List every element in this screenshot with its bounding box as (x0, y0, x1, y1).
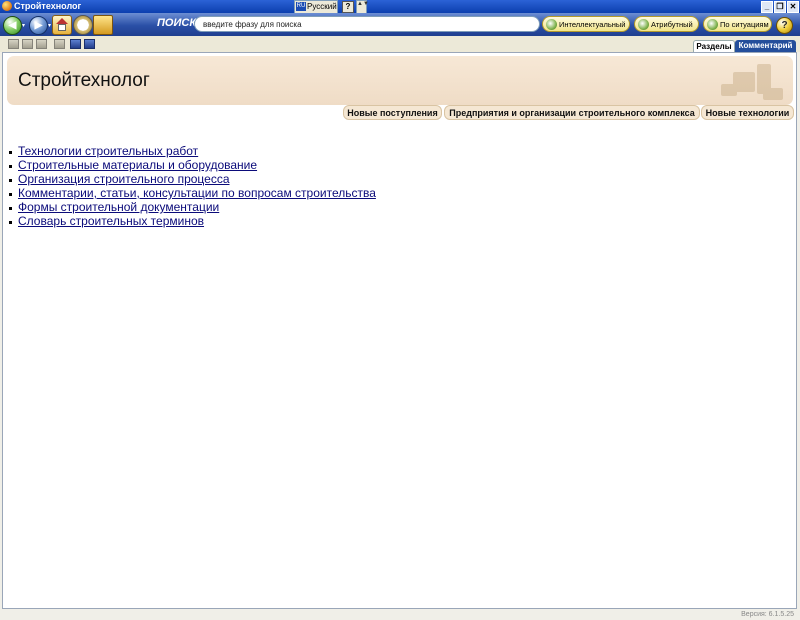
situation-search-button[interactable]: По ситуациям (703, 16, 772, 32)
sections-list: Технологии строительных работ Строительн… (8, 145, 376, 229)
tab-comment[interactable]: Комментарий (735, 40, 796, 52)
page-title: Стройтехнолог (18, 70, 150, 91)
close-button[interactable]: ✕ (787, 1, 799, 13)
situation-icon (707, 18, 718, 30)
attribute-icon (638, 18, 649, 30)
link-document-forms[interactable]: Формы строительной документации (18, 200, 219, 214)
title-bar: Стройтехнолог RU Русский ? ▲▼ _ ❐ ✕ (0, 0, 800, 14)
list-item: Строительные материалы и оборудование (8, 159, 376, 173)
intelligent-search-label: Интеллектуальный (559, 20, 626, 29)
copy-icon[interactable] (36, 39, 47, 49)
bookmark-icon[interactable] (70, 39, 81, 49)
list-item: Формы строительной документации (8, 201, 376, 215)
print-icon[interactable] (8, 39, 19, 49)
restore-button[interactable]: ❐ (774, 1, 786, 13)
language-flag-icon: RU (296, 2, 306, 11)
list-item: Комментарии, статьи, консультации по воп… (8, 187, 376, 201)
quick-tab-new-technologies[interactable]: Новые технологии (701, 105, 794, 120)
intelligent-search-button[interactable]: Интеллектуальный (542, 16, 630, 32)
forward-icon[interactable]: ▶ (29, 16, 48, 35)
page-header: Стройтехнолог (7, 56, 793, 105)
link-process-organization[interactable]: Организация строительного процесса (18, 172, 230, 186)
search-label: ПОИСК (157, 17, 197, 29)
minimize-button[interactable]: _ (761, 1, 773, 13)
list-item: Организация строительного процесса (8, 173, 376, 187)
situation-search-label: По ситуациям (720, 20, 769, 29)
tools-decoration-icon (713, 58, 787, 105)
mail-icon[interactable] (54, 39, 65, 49)
folder-icon[interactable] (93, 15, 113, 35)
language-label: Русский (307, 2, 337, 11)
version-label: Версия: 6.1.5.25 (741, 611, 794, 618)
quick-tab-new-arrivals[interactable]: Новые поступления (343, 105, 442, 120)
attribute-search-label: Атрибутный (651, 20, 693, 29)
save-icon[interactable] (22, 39, 33, 49)
history-icon[interactable] (73, 15, 93, 35)
language-scroll-button[interactable]: ▲▼ (356, 0, 369, 14)
link-materials-equipment[interactable]: Строительные материалы и оборудование (18, 158, 257, 172)
link-construction-technologies[interactable]: Технологии строительных работ (18, 144, 198, 158)
quick-tab-enterprises[interactable]: Предприятия и организации строительного … (444, 105, 700, 120)
language-switcher[interactable]: RU Русский (294, 0, 338, 14)
search-icon (546, 18, 557, 30)
link-comments-articles[interactable]: Комментарии, статьи, консультации по воп… (18, 186, 376, 200)
home-icon[interactable] (52, 15, 72, 35)
forward-dropdown-icon[interactable]: ▾ (48, 22, 51, 29)
window-icon[interactable] (84, 39, 95, 49)
context-help-button[interactable]: ? (342, 1, 354, 13)
app-icon (2, 1, 12, 11)
search-input[interactable] (194, 16, 540, 32)
document-toolbar (0, 36, 800, 52)
link-glossary[interactable]: Словарь строительных терминов (18, 214, 204, 228)
help-icon[interactable]: ? (776, 17, 793, 34)
back-dropdown-icon[interactable]: ▾ (22, 22, 25, 29)
list-item: Словарь строительных терминов (8, 215, 376, 229)
content-frame: Стройтехнолог Новые поступления Предприя… (2, 52, 797, 609)
main-toolbar: ◀ ▾ ▶ ▾ ПОИСК Интеллектуальный Атрибутны… (0, 13, 800, 36)
window-title: Стройтехнолог (14, 1, 82, 11)
back-icon[interactable]: ◀ (3, 16, 22, 35)
list-item: Технологии строительных работ (8, 145, 376, 159)
attribute-search-button[interactable]: Атрибутный (634, 16, 699, 32)
